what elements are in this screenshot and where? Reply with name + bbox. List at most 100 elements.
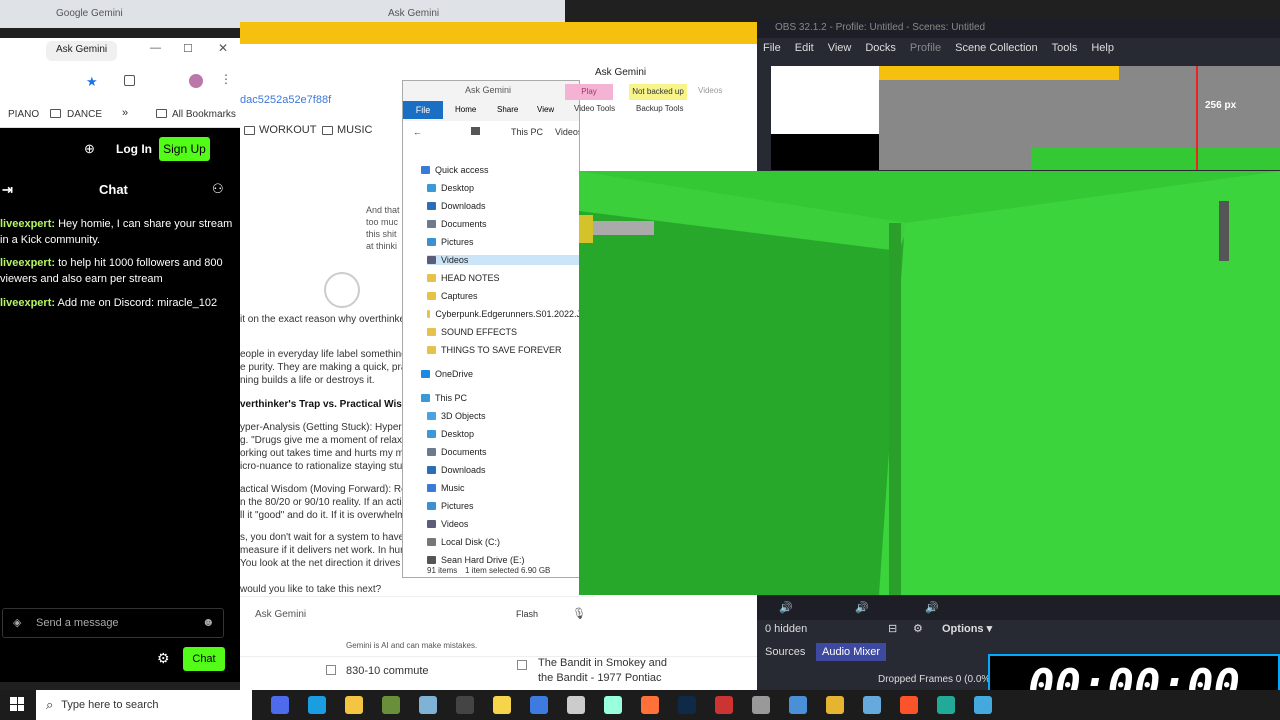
nav-item[interactable]: Desktop <box>427 429 579 439</box>
more-menu-icon[interactable]: ⋮ <box>220 72 232 86</box>
nav-item[interactable]: Documents <box>427 219 579 229</box>
nav-item[interactable]: Documents <box>427 447 579 457</box>
star-icon[interactable]: ★ <box>86 74 98 90</box>
nav-item[interactable]: This PC <box>421 393 579 403</box>
nav-item[interactable]: THINGS TO SAVE FOREVER <box>427 345 579 355</box>
firefox-icon[interactable] <box>641 696 659 714</box>
tab-ask-gemini[interactable]: Ask Gemini <box>46 41 118 61</box>
file-explorer-icon[interactable] <box>345 696 363 714</box>
obs-menu-item[interactable]: Scene Collection <box>955 42 1038 54</box>
app-icon-4[interactable] <box>789 696 807 714</box>
ribbon-home-tab[interactable]: Home <box>455 105 476 114</box>
notepad-icon[interactable] <box>419 696 437 714</box>
checkbox[interactable] <box>326 665 336 675</box>
ribbon-view-tab[interactable]: View <box>537 105 554 114</box>
obs-menu-item[interactable]: Docks <box>865 42 896 54</box>
ribbon-backup-tools-tab[interactable]: Backup Tools <box>636 104 683 113</box>
obs-menu-item[interactable]: File <box>763 42 781 54</box>
gemini-input[interactable]: Ask Gemini <box>255 609 306 620</box>
options-button[interactable]: Options ▾ <box>942 622 992 635</box>
nav-item[interactable]: HEAD NOTES <box>427 273 579 283</box>
bookmark-dance[interactable]: DANCE <box>67 109 102 120</box>
app-icon-1[interactable] <box>567 696 585 714</box>
globe-icon[interactable]: ⊕ <box>84 141 95 157</box>
nav-item[interactable]: Downloads <box>427 201 579 211</box>
obs-menu-item[interactable]: View <box>828 42 852 54</box>
extension-icon[interactable] <box>124 75 135 86</box>
ribbon-video-tools-tab[interactable]: Video Tools <box>574 104 615 113</box>
maximize-icon[interactable]: ☐ <box>183 42 193 55</box>
windows-start-icon[interactable] <box>10 697 24 711</box>
chat-send-button[interactable]: Chat <box>183 647 225 671</box>
volume-icon[interactable]: 🔊 <box>779 601 793 614</box>
app-icon-6[interactable] <box>974 696 992 714</box>
photoshop-icon[interactable] <box>678 696 696 714</box>
nav-item[interactable]: SOUND EFFECTS <box>427 327 579 337</box>
microphone-icon[interactable]: 🎙 <box>572 607 586 620</box>
ribbon-file-tab[interactable]: File <box>403 101 443 119</box>
obs-menu-item[interactable]: Profile <box>910 42 941 54</box>
breadcrumb-videos[interactable]: Videos <box>555 127 579 137</box>
ribbon-share-tab[interactable]: Share <box>497 105 518 114</box>
nav-item[interactable]: Desktop <box>427 183 579 193</box>
calculator-icon[interactable] <box>271 696 289 714</box>
gemini-input-bar[interactable]: Ask Gemini Flash 🎙 <box>240 596 595 632</box>
brave-icon[interactable] <box>900 696 918 714</box>
nav-item[interactable]: Captures <box>427 291 579 301</box>
filter-icon[interactable]: ⊟ <box>888 622 897 635</box>
gear-app-icon[interactable] <box>382 696 400 714</box>
chat-message-input[interactable]: ◈ Send a message ☻ <box>2 608 224 638</box>
settings-gear-icon[interactable]: ⚙ <box>157 650 170 667</box>
nav-item[interactable]: Cyberpunk.Edgerunners.S01.2022.J <box>427 309 579 319</box>
breadcrumb-this-pc[interactable]: This PC <box>511 127 543 137</box>
chevron-right-icon[interactable]: » <box>122 107 128 119</box>
checkbox[interactable] <box>517 660 527 670</box>
nav-item[interactable]: Quick access <box>421 165 579 175</box>
minimize-icon[interactable]: — <box>150 42 161 54</box>
nav-item[interactable]: OneDrive <box>421 369 579 379</box>
signup-button[interactable]: Sign Up <box>159 137 210 161</box>
nav-item[interactable]: Videos <box>427 255 579 265</box>
profile-avatar[interactable] <box>189 74 203 88</box>
docs-icon[interactable] <box>530 696 548 714</box>
chrome-icon[interactable] <box>826 696 844 714</box>
volume-icon[interactable]: 🔊 <box>855 601 869 614</box>
nav-item[interactable]: Music <box>427 483 579 493</box>
app-icon-2[interactable] <box>604 696 622 714</box>
tab-ask-gemini[interactable]: Ask Gemini <box>388 8 439 19</box>
emoji-icon[interactable]: ☻ <box>202 615 215 629</box>
nav-item[interactable]: Videos <box>427 519 579 529</box>
tab-sources[interactable]: Sources <box>765 646 805 658</box>
close-icon[interactable]: ✕ <box>218 41 228 55</box>
tab-google-gemini[interactable]: Google Gemini <box>56 8 123 19</box>
nav-item[interactable]: Local Disk (C:) <box>427 537 579 547</box>
obs-icon[interactable] <box>456 696 474 714</box>
back-arrow-icon[interactable]: ← <box>413 127 422 137</box>
vpn-icon[interactable] <box>863 696 881 714</box>
nav-item[interactable]: 3D Objects <box>427 411 579 421</box>
users-icon[interactable]: ⚇ <box>212 181 224 197</box>
nav-item[interactable]: Downloads <box>427 465 579 475</box>
all-bookmarks[interactable]: All Bookmarks <box>172 109 236 120</box>
obs-menu-item[interactable]: Edit <box>795 42 814 54</box>
volume-icon[interactable]: 🔊 <box>925 601 939 614</box>
lightbulb-icon[interactable] <box>493 696 511 714</box>
address-bar[interactable]: ← This PC Videos <box>403 123 579 143</box>
edge-icon[interactable] <box>308 696 326 714</box>
bookmark-piano[interactable]: PIANO <box>8 109 39 120</box>
app-icon-5[interactable] <box>937 696 955 714</box>
model-selector[interactable]: Flash <box>516 609 538 619</box>
login-button[interactable]: Log In <box>116 142 152 156</box>
nav-item[interactable]: Pictures <box>427 501 579 511</box>
obs-menu-item[interactable]: Help <box>1091 42 1114 54</box>
collapse-chat-icon[interactable]: ⇥ <box>2 182 13 198</box>
ribbon-play-tab[interactable]: Play <box>565 84 613 100</box>
app-icon-3[interactable] <box>752 696 770 714</box>
obs-menu-item[interactable]: Tools <box>1052 42 1078 54</box>
bookmark-workout[interactable]: WORKOUT <box>244 124 316 136</box>
tab-audio-mixer[interactable]: Audio Mixer <box>816 643 887 661</box>
nav-item[interactable]: Pictures <box>427 237 579 247</box>
advanced-audio-icon[interactable]: ⚙ <box>913 622 923 635</box>
taskbar-search[interactable]: ⌕ Type here to search <box>36 690 252 720</box>
obs-preview[interactable]: 256 px <box>771 66 1280 170</box>
